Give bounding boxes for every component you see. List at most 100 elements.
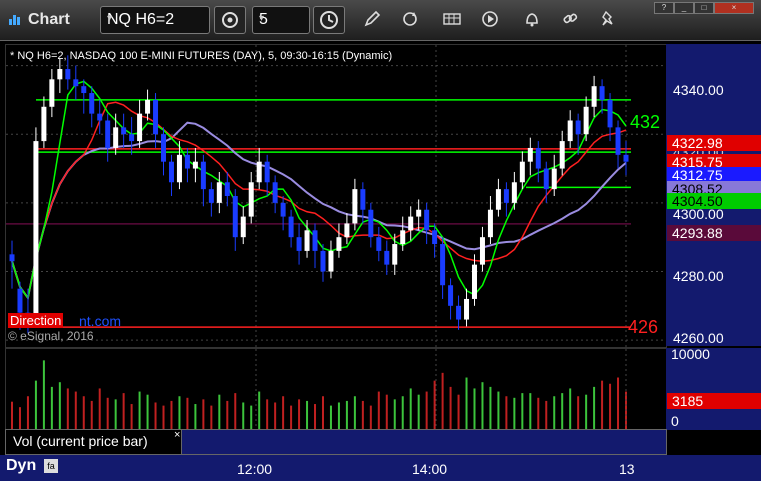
volume-tick: 0: [671, 413, 679, 429]
volume-bar: [353, 396, 356, 429]
time-label: 12:00: [237, 461, 273, 477]
candle-body: [360, 189, 366, 210]
candle-body: [49, 79, 55, 107]
candle-body: [519, 161, 525, 183]
volume-bar: [146, 394, 149, 429]
candle-body: [535, 147, 541, 169]
volume-bar: [26, 396, 29, 429]
alert-bell-icon[interactable]: [522, 9, 542, 29]
candle-body: [440, 244, 446, 286]
candle-body: [559, 141, 565, 169]
volume-tick: 10000: [671, 346, 710, 362]
volume-bar: [138, 391, 141, 429]
pin-icon[interactable]: [598, 9, 618, 29]
volume-bar: [306, 400, 309, 429]
volume-bar: [529, 393, 532, 429]
refresh-icon[interactable]: [400, 9, 420, 29]
interval-input[interactable]: 5 ▾: [252, 6, 310, 34]
dynamic-mode-icon[interactable]: fa: [44, 459, 58, 473]
volume-bar: [50, 386, 53, 429]
candle-body: [97, 113, 103, 121]
red-level-label: 426: [628, 317, 659, 337]
candle-body: [344, 223, 350, 238]
volume-bar: [409, 388, 412, 429]
symbol-settings-button[interactable]: [214, 6, 246, 34]
candle-body: [392, 244, 398, 265]
volume-bar: [42, 360, 45, 429]
candle-body: [200, 161, 206, 190]
volume-bar: [114, 399, 117, 429]
volume-bar: [18, 407, 21, 429]
candle-body: [503, 189, 509, 203]
candle-body: [464, 298, 470, 320]
volume-bar: [98, 388, 101, 429]
volume-bar: [186, 397, 189, 429]
volume-bar: [385, 394, 388, 429]
volume-bar: [226, 400, 229, 429]
volume-bar: [74, 391, 77, 429]
ma-line-green: [11, 80, 627, 300]
close-button[interactable]: ×: [714, 2, 754, 14]
dynamic-mode-label[interactable]: Dyn: [6, 457, 36, 475]
volume-bar: [178, 396, 181, 429]
volume-bar: [274, 402, 277, 429]
candle-body: [41, 106, 47, 142]
candle-body: [487, 209, 493, 238]
candle-body: [416, 209, 422, 217]
volume-bar: [441, 372, 444, 429]
candle-body: [432, 230, 438, 245]
minimize-button[interactable]: _: [674, 2, 694, 14]
price-tick: 4260.00: [673, 330, 724, 346]
candle-body: [408, 216, 414, 231]
title-bar: Chart NQ H6=2 ▾ 5 ▾ ? _ □ ×: [0, 0, 761, 41]
time-axis-bar[interactable]: Dyn fa 12:00 14:00 13: [0, 455, 761, 481]
volume-bar: [377, 391, 380, 429]
volume-bar: [58, 382, 61, 429]
maximize-button[interactable]: □: [694, 2, 714, 14]
candle-body: [176, 154, 182, 183]
candle-body: [615, 127, 621, 155]
volume-bar: [66, 388, 69, 429]
symbol-input[interactable]: NQ H6=2 ▾: [100, 6, 210, 34]
candle-body: [192, 161, 198, 169]
volume-bar: [345, 400, 348, 429]
link-icon[interactable]: [560, 9, 580, 29]
play-icon[interactable]: [480, 9, 500, 29]
candle-body: [105, 120, 111, 148]
chart-window: Chart NQ H6=2 ▾ 5 ▾ ? _ □ × * NQ H6=2, N…: [0, 0, 761, 481]
volume-bar: [234, 393, 237, 429]
candle-body: [73, 79, 79, 87]
interval-clock-button[interactable]: [313, 6, 345, 34]
pencil-icon[interactable]: [362, 9, 382, 29]
candle-body: [113, 127, 119, 148]
price-chart-panel[interactable]: [5, 44, 667, 348]
candle-body: [607, 99, 613, 128]
close-study-icon[interactable]: ×: [174, 429, 180, 441]
price-tick: 4340.00: [673, 82, 724, 98]
volume-bar: [585, 394, 588, 429]
volume-panel[interactable]: [5, 348, 667, 432]
candle-body: [137, 113, 143, 142]
candle-body: [232, 196, 238, 238]
candle-body: [312, 230, 318, 251]
candle-body: [17, 288, 23, 313]
chevron-down-icon[interactable]: ▾: [259, 13, 305, 24]
volume-bar: [417, 394, 420, 429]
help-button[interactable]: ?: [654, 2, 674, 14]
volume-bar: [577, 396, 580, 429]
candle-body: [89, 93, 95, 114]
candle-body: [57, 69, 63, 80]
candle-body: [527, 147, 533, 162]
candle-body: [121, 127, 127, 135]
volume-bar: [290, 405, 293, 429]
volume-bar: [537, 397, 540, 429]
price-tag-red-upper: 4322.98: [667, 135, 761, 151]
watermark-logo-red: Direction: [8, 313, 64, 328]
data-table-icon[interactable]: [442, 9, 462, 29]
volume-bar: [457, 394, 460, 429]
study-label-volume[interactable]: Vol (current price bar) ×: [5, 429, 182, 455]
volume-bar: [449, 386, 452, 429]
chart-header: * NQ H6=2, NASDAQ 100 E-MINI FUTURES (DA…: [10, 50, 393, 62]
volume-bar: [505, 396, 508, 429]
chevron-down-icon[interactable]: ▾: [107, 13, 205, 24]
